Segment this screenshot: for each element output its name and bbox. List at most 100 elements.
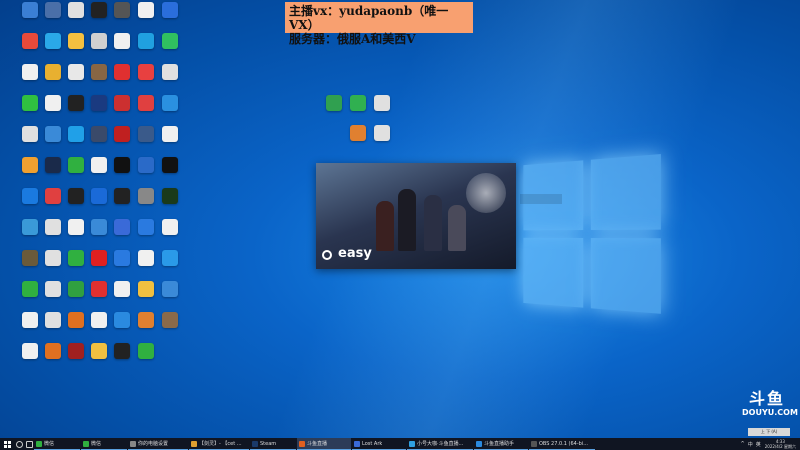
desktop-icon[interactable] [18,312,42,346]
desktop-icon[interactable] [134,95,158,129]
desktop-icon[interactable] [158,2,182,36]
taskbar-app-button[interactable]: 小号大咖·斗鱼直播... [407,438,473,450]
desktop-icon[interactable] [322,95,346,129]
desktop-icon[interactable] [18,343,42,377]
tray-ime-icon[interactable]: 中 [748,441,753,448]
desktop-icon[interactable] [370,125,394,159]
desktop-icon[interactable] [64,281,88,315]
desktop-icon[interactable] [18,95,42,129]
desktop-icon[interactable] [134,312,158,346]
desktop-icon[interactable] [87,2,111,36]
desktop-icon[interactable] [134,219,158,253]
desktop-icon[interactable] [134,64,158,98]
desktop-icon[interactable] [110,126,134,160]
desktop-icon[interactable] [41,126,65,160]
desktop-icon[interactable] [110,250,134,284]
desktop-icon[interactable] [64,33,88,67]
desktop-icon[interactable] [64,64,88,98]
desktop-icon[interactable] [87,64,111,98]
desktop-icon[interactable] [18,281,42,315]
desktop-icon[interactable] [134,250,158,284]
desktop-icon[interactable] [41,250,65,284]
desktop-icon[interactable] [64,95,88,129]
desktop-icon[interactable] [110,33,134,67]
desktop-icon[interactable] [87,219,111,253]
desktop-icon[interactable] [87,250,111,284]
desktop-icon[interactable] [41,95,65,129]
desktop-icon[interactable] [87,343,111,377]
desktop-icon[interactable] [158,281,182,315]
desktop-icon[interactable] [110,188,134,222]
taskbar-app-button[interactable]: 微信 [34,438,80,450]
desktop-icon[interactable] [158,33,182,67]
desktop-icon[interactable] [64,2,88,36]
taskbar-app-button[interactable]: OBS 27.0.1 (64-bi... [529,438,595,450]
desktop-icon[interactable] [134,33,158,67]
desktop-icon[interactable] [64,157,88,191]
desktop-icon[interactable] [134,126,158,160]
desktop-icon[interactable] [110,157,134,191]
desktop-icon[interactable] [87,95,111,129]
desktop-icon[interactable] [41,188,65,222]
tray-lang-icon[interactable]: 英 [756,441,761,448]
desktop-icon[interactable] [41,312,65,346]
desktop-icon[interactable] [134,188,158,222]
desktop-icon[interactable] [18,188,42,222]
desktop-icon[interactable] [41,281,65,315]
desktop-icon[interactable] [87,188,111,222]
desktop-icon[interactable] [346,125,370,159]
desktop-icon[interactable] [134,281,158,315]
desktop-icon[interactable] [18,250,42,284]
desktop-icon[interactable] [64,219,88,253]
desktop-icon[interactable] [158,188,182,222]
taskbar-app-button[interactable]: 斗鱼直播 [297,438,351,450]
desktop-icon[interactable] [158,219,182,253]
desktop-icon[interactable] [158,126,182,160]
desktop-icon[interactable] [64,126,88,160]
desktop-icon[interactable] [41,219,65,253]
desktop-icon[interactable] [158,250,182,284]
taskbar-app-button[interactable]: Lost Ark [352,438,406,450]
desktop-icon[interactable] [370,95,394,129]
desktop-icon[interactable] [110,343,134,377]
desktop-icon[interactable] [110,2,134,36]
desktop-icon[interactable] [134,343,158,377]
desktop-icon[interactable] [87,33,111,67]
desktop-icon[interactable] [110,281,134,315]
desktop-icon[interactable] [41,33,65,67]
desktop-icon[interactable] [110,64,134,98]
desktop-icon[interactable] [18,157,42,191]
desktop-icon[interactable] [134,157,158,191]
desktop-icon[interactable] [87,281,111,315]
desktop-icon[interactable] [18,33,42,67]
desktop-icon[interactable] [41,343,65,377]
taskbar-app-button[interactable]: 微信 [81,438,127,450]
desktop-icon[interactable] [110,95,134,129]
clock[interactable]: 4:33 2022/4/2 星期六 [765,439,796,449]
desktop-icon[interactable] [64,343,88,377]
desktop-icon[interactable] [158,312,182,346]
desktop-icon[interactable] [158,95,182,129]
desktop-icon[interactable] [64,250,88,284]
taskbar-app-button[interactable]: Steam [250,438,296,450]
start-button[interactable] [0,438,14,450]
tray-overflow-icon[interactable]: ^ [741,441,745,447]
desktop-icon[interactable] [41,157,65,191]
desktop-icon[interactable] [18,64,42,98]
task-view-button[interactable] [24,438,34,450]
desktop-icon[interactable] [64,312,88,346]
desktop-icon[interactable] [158,157,182,191]
taskbar-app-button[interactable]: 斗鱼直播助手 [474,438,528,450]
desktop-icon[interactable] [134,2,158,36]
taskbar-app-button[interactable]: 【剑灵】- 【cet ... [189,438,249,450]
desktop-icon[interactable] [41,64,65,98]
desktop-icon[interactable] [87,126,111,160]
input-method-popup[interactable]: 上 下 (A) [748,428,790,436]
desktop-icon[interactable] [110,219,134,253]
desktop-icon[interactable] [18,2,42,36]
desktop-icon[interactable] [18,219,42,253]
desktop-icon[interactable] [87,312,111,346]
desktop-icon[interactable] [87,157,111,191]
desktop-icon[interactable] [110,312,134,346]
desktop-icon[interactable] [64,188,88,222]
